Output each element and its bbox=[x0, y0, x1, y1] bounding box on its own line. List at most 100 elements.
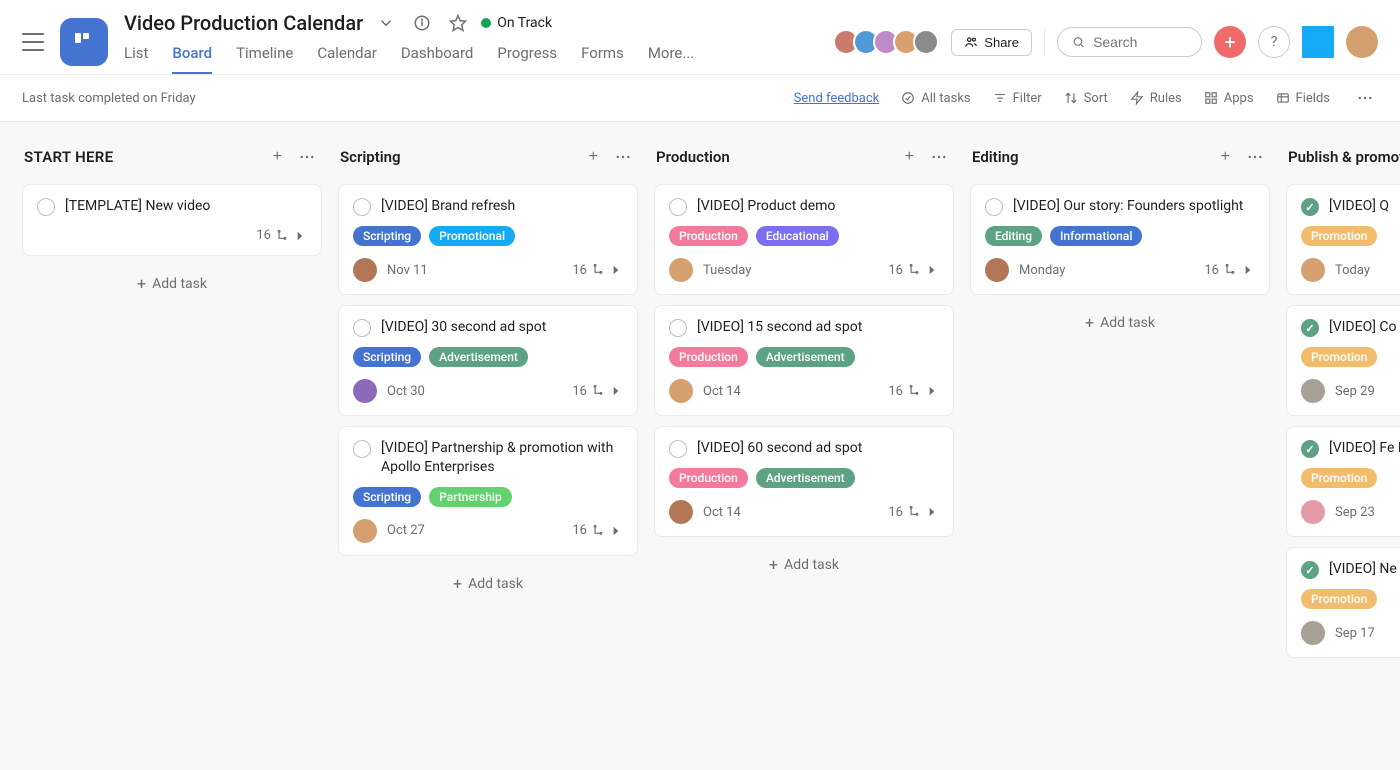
complete-check[interactable] bbox=[985, 198, 1003, 216]
task-card[interactable]: [VIDEO] 15 second ad spot ProductionAdve… bbox=[654, 305, 954, 416]
workspace-icon[interactable] bbox=[1302, 26, 1334, 58]
sort-button[interactable]: Sort bbox=[1064, 91, 1108, 106]
grid-icon bbox=[1204, 91, 1218, 105]
add-task-button[interactable]: +Add task bbox=[654, 547, 954, 583]
search-icon bbox=[1072, 34, 1085, 50]
filter-icon bbox=[993, 91, 1007, 105]
task-card[interactable]: [TEMPLATE] New video 16 bbox=[22, 184, 322, 256]
task-card[interactable]: [VIDEO] Fe Marketing Promotion Sep 23 bbox=[1286, 426, 1400, 537]
status-pill[interactable]: On Track bbox=[481, 15, 552, 31]
favorite-button[interactable] bbox=[445, 10, 471, 36]
share-button[interactable]: Share bbox=[951, 29, 1032, 56]
subtask-icon bbox=[591, 384, 605, 398]
subtask-icon bbox=[591, 524, 605, 538]
tab-dashboard[interactable]: Dashboard bbox=[401, 44, 474, 74]
rules-button[interactable]: Rules bbox=[1130, 91, 1182, 106]
tag-pill: Advertisement bbox=[429, 347, 528, 367]
column-add-button[interactable]: + bbox=[269, 145, 286, 169]
task-card[interactable]: [VIDEO] 30 second ad spot ScriptingAdver… bbox=[338, 305, 638, 416]
tab-calendar[interactable]: Calendar bbox=[317, 44, 377, 74]
column-more-button[interactable] bbox=[926, 144, 952, 170]
subtask-indicator: 16 bbox=[888, 384, 939, 399]
last-completed-note: Last task completed on Friday bbox=[22, 91, 196, 106]
add-task-button[interactable]: +Add task bbox=[1286, 668, 1400, 704]
members-avatar-stack[interactable] bbox=[839, 29, 939, 55]
send-feedback-link[interactable]: Send feedback bbox=[794, 91, 880, 106]
title-dropdown[interactable] bbox=[373, 10, 399, 36]
complete-check[interactable] bbox=[353, 440, 371, 458]
menu-icon[interactable] bbox=[22, 33, 44, 51]
add-task-button[interactable]: +Add task bbox=[970, 305, 1270, 341]
task-card[interactable]: [VIDEO] Ne announcement Promotion Sep 17 bbox=[1286, 547, 1400, 658]
tab-forms[interactable]: Forms bbox=[581, 44, 624, 74]
complete-check[interactable] bbox=[669, 440, 687, 458]
complete-check[interactable] bbox=[353, 319, 371, 337]
complete-check[interactable] bbox=[37, 198, 55, 216]
subtask-icon bbox=[275, 229, 289, 243]
board-column: Editing + [VIDEO] Our story: Founders sp… bbox=[970, 140, 1270, 341]
subtask-icon bbox=[591, 263, 605, 277]
tab-progress[interactable]: Progress bbox=[497, 44, 557, 74]
column-more-button[interactable] bbox=[294, 144, 320, 170]
info-icon bbox=[413, 14, 431, 32]
complete-check[interactable] bbox=[669, 319, 687, 337]
due-date: Oct 27 bbox=[387, 523, 425, 538]
task-title: [VIDEO] Q bbox=[1329, 197, 1389, 216]
due-date: Nov 11 bbox=[387, 263, 428, 278]
global-add-button[interactable]: + bbox=[1214, 26, 1246, 58]
filter-button[interactable]: Filter bbox=[993, 91, 1042, 106]
column-add-button[interactable]: + bbox=[585, 145, 602, 169]
add-task-button[interactable]: +Add task bbox=[22, 266, 322, 302]
assignee-avatar bbox=[669, 379, 693, 403]
column-add-button[interactable]: + bbox=[1217, 145, 1234, 169]
tag-pill: Promotional bbox=[429, 226, 515, 246]
all-tasks-filter[interactable]: All tasks bbox=[901, 91, 970, 106]
board[interactable]: START HERE + [TEMPLATE] New video 16 +Ad… bbox=[0, 122, 1400, 722]
tab-board[interactable]: Board bbox=[172, 44, 212, 74]
task-card[interactable]: [VIDEO] Brand refresh ScriptingPromotion… bbox=[338, 184, 638, 295]
task-card[interactable]: [VIDEO] Partnership & promotion with Apo… bbox=[338, 426, 638, 556]
tag-pill: Promotion bbox=[1301, 589, 1377, 609]
tab-more-[interactable]: More... bbox=[648, 44, 694, 74]
profile-avatar[interactable] bbox=[1346, 26, 1378, 58]
add-task-button[interactable]: +Add task bbox=[338, 566, 638, 602]
complete-check[interactable] bbox=[1301, 319, 1319, 337]
help-button[interactable]: ? bbox=[1258, 26, 1290, 58]
task-card[interactable]: [VIDEO] Co Pham Promotion Sep 29 bbox=[1286, 305, 1400, 416]
member-avatar bbox=[913, 29, 939, 55]
search-box[interactable] bbox=[1057, 27, 1202, 57]
toolbar-more-button[interactable] bbox=[1352, 85, 1378, 111]
tab-timeline[interactable]: Timeline bbox=[236, 44, 293, 74]
fields-button[interactable]: Fields bbox=[1276, 91, 1330, 106]
subtask-icon bbox=[907, 263, 921, 277]
due-date: Oct 14 bbox=[703, 505, 741, 520]
assignee-avatar bbox=[1301, 258, 1325, 282]
tag-row: Promotion bbox=[1301, 226, 1400, 246]
dots-icon bbox=[298, 148, 316, 166]
column-add-button[interactable]: + bbox=[901, 145, 918, 169]
complete-check[interactable] bbox=[1301, 561, 1319, 579]
tag-row: ProductionAdvertisement bbox=[669, 468, 939, 488]
complete-check[interactable] bbox=[669, 198, 687, 216]
complete-check[interactable] bbox=[1301, 198, 1319, 216]
column-more-button[interactable] bbox=[1242, 144, 1268, 170]
fields-icon bbox=[1276, 91, 1290, 105]
column-title: Publish & promote bbox=[1288, 148, 1400, 166]
tag-pill: Promotion bbox=[1301, 226, 1377, 246]
search-input[interactable] bbox=[1093, 34, 1187, 50]
task-card[interactable]: [VIDEO] Q Promotion Today bbox=[1286, 184, 1400, 295]
task-card[interactable]: [VIDEO] Product demo ProductionEducation… bbox=[654, 184, 954, 295]
apps-button[interactable]: Apps bbox=[1204, 91, 1254, 106]
project-info-button[interactable] bbox=[409, 10, 435, 36]
complete-check[interactable] bbox=[1301, 440, 1319, 458]
task-card[interactable]: [VIDEO] 60 second ad spot ProductionAdve… bbox=[654, 426, 954, 537]
complete-check[interactable] bbox=[353, 198, 371, 216]
board-column: Scripting + [VIDEO] Brand refresh Script… bbox=[338, 140, 638, 602]
check-circle-icon bbox=[901, 91, 915, 105]
assignee-avatar bbox=[353, 379, 377, 403]
task-card[interactable]: [VIDEO] Our story: Founders spotlight Ed… bbox=[970, 184, 1270, 295]
tag-pill: Production bbox=[669, 226, 748, 246]
column-more-button[interactable] bbox=[610, 144, 636, 170]
board-column: START HERE + [TEMPLATE] New video 16 +Ad… bbox=[22, 140, 322, 302]
tab-list[interactable]: List bbox=[124, 44, 148, 74]
